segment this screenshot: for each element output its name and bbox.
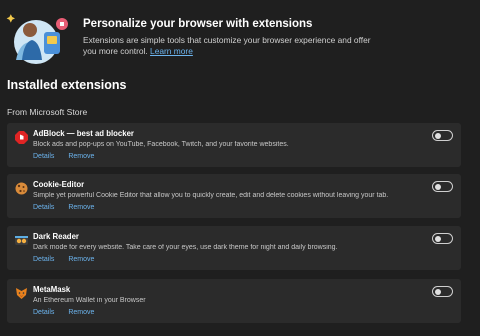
dark-reader-icon [15,236,28,245]
toggle-knob [435,235,441,242]
extension-description: Dark mode for every website. Take care o… [33,244,338,251]
extension-links: Details Remove [33,153,106,160]
extension-card-metamask: MetaMask An Ethereum Wallet in your Brow… [7,279,461,323]
extension-description: An Ethereum Wallet in your Browser [33,297,146,304]
extension-links: Details Remove [33,309,106,316]
installed-extensions-heading: Installed extensions [7,78,127,92]
banner-description-text: Extensions are simple tools that customi… [83,35,371,56]
extension-card-cookie-editor: Cookie-Editor Simple yet powerful Cookie… [7,174,461,218]
remove-link[interactable]: Remove [68,309,94,316]
extensions-illustration-icon [6,14,68,64]
extension-name: AdBlock — best ad blocker [33,129,134,138]
extension-links: Details Remove [33,256,106,263]
banner-title: Personalize your browser with extensions [83,18,313,30]
extension-description: Simple yet powerful Cookie Editor that a… [33,192,389,199]
remove-link[interactable]: Remove [68,256,94,263]
details-link[interactable]: Details [33,204,54,211]
details-link[interactable]: Details [33,153,54,160]
banner-description: Extensions are simple tools that customi… [83,35,383,57]
details-link[interactable]: Details [33,309,54,316]
cookie-icon [15,182,28,195]
extension-description: Block ads and pop-ups on YouTube, Facebo… [33,141,289,148]
extension-card-dark-reader: Dark Reader Dark mode for every website.… [7,226,461,270]
extensions-banner: Personalize your browser with extensions… [0,0,480,64]
toggle-knob [435,132,441,139]
remove-link[interactable]: Remove [68,153,94,160]
extension-toggle[interactable] [432,233,453,244]
remove-link[interactable]: Remove [68,204,94,211]
extension-toggle[interactable] [432,286,453,297]
toggle-knob [435,183,441,190]
extension-toggle[interactable] [432,181,453,192]
adblock-icon [15,131,28,144]
extension-name: MetaMask [33,285,71,294]
source-label: From Microsoft Store [7,107,88,117]
metamask-icon [16,288,27,299]
details-link[interactable]: Details [33,256,54,263]
learn-more-link[interactable]: Learn more [150,46,193,56]
extension-links: Details Remove [33,204,106,211]
extension-name: Dark Reader [33,232,79,241]
extension-toggle[interactable] [432,130,453,141]
toggle-knob [435,288,441,295]
extension-card-adblock: AdBlock — best ad blocker Block ads and … [7,123,461,167]
extension-name: Cookie-Editor [33,180,85,189]
